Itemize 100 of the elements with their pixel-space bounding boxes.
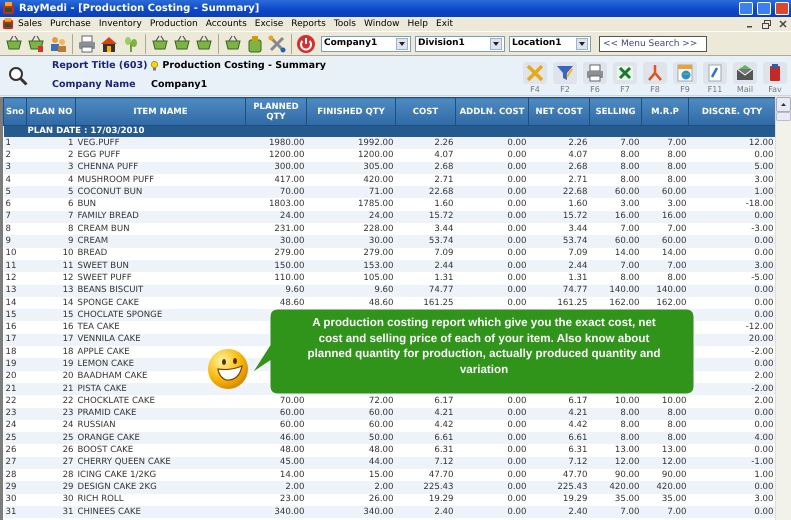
menu-item[interactable]: Purchase	[46, 18, 95, 30]
table-cell: 1.00	[688, 186, 775, 198]
table-cell: 20	[4, 370, 26, 383]
table-cell: 2.00	[688, 395, 775, 408]
table-cell: 25	[26, 432, 76, 444]
close-icon[interactable]	[779, 20, 787, 28]
division-dropdown[interactable]: Division1	[415, 36, 505, 52]
column-header[interactable]: ITEM NAME	[76, 98, 246, 126]
table-cell: 0.00	[688, 235, 775, 248]
menu-search-field[interactable]: << Menu Search >>	[599, 36, 707, 52]
table-cell: 6.61	[396, 432, 456, 444]
menu-item[interactable]: Reports	[287, 18, 330, 30]
table-cell: 7.12	[396, 456, 456, 470]
table-cell: 2.68	[528, 162, 590, 174]
table-cell-text: 0.00	[753, 149, 774, 162]
column-header[interactable]: SELLING	[590, 98, 642, 126]
table-cell: 0.00	[456, 456, 528, 470]
table-cell: 15.72	[396, 210, 456, 224]
table-cell: 2.44	[528, 260, 590, 272]
table-cell: 0.00	[456, 420, 528, 432]
table-cell: 0.00	[456, 223, 528, 236]
column-header[interactable]: Sno	[4, 98, 26, 126]
table-cell: 8.00	[642, 420, 688, 432]
table-cell-text: 6.31	[433, 444, 454, 457]
menu-item[interactable]: Accounts	[202, 18, 251, 30]
table-cell: 2.40	[396, 506, 456, 518]
table-cell-text: 13.00	[660, 444, 688, 457]
table-cell: 0.00	[456, 137, 528, 150]
menu-item[interactable]: Exit	[432, 18, 458, 30]
minimize-button[interactable]	[739, 2, 753, 15]
toolbar-button[interactable]	[266, 32, 288, 54]
table-cell: 12.00	[688, 137, 775, 150]
table-cell: 140.00	[642, 284, 688, 297]
table-cell: 0.00	[688, 284, 775, 297]
scrollbar[interactable]	[775, 97, 791, 520]
close-button[interactable]	[775, 2, 789, 15]
table-cell: 13	[26, 284, 76, 297]
column-header[interactable]: COST	[396, 98, 456, 126]
table-cell: 7.00	[642, 260, 688, 272]
search-icon[interactable]	[8, 66, 28, 86]
menu-item[interactable]: Help	[404, 18, 432, 30]
table-cell: CHOCKLATE CAKE	[76, 395, 246, 408]
table-cell: 2.00	[306, 481, 396, 494]
company-dropdown[interactable]: Company1	[321, 36, 411, 52]
scroll-thumb[interactable]	[776, 112, 791, 121]
restore-button[interactable]	[757, 2, 771, 15]
menu-item[interactable]: Window	[360, 18, 404, 30]
table-cell: 1992.00	[306, 137, 396, 150]
menu-item[interactable]: Production	[146, 18, 202, 30]
menu-item[interactable]: Tools	[330, 18, 360, 30]
table-cell-text: 1200.00	[356, 149, 394, 162]
table-cell: 71.00	[306, 186, 396, 198]
table-cell: 305.00	[306, 162, 396, 174]
toolbar-button[interactable]	[76, 32, 98, 54]
table-cell: 11	[4, 260, 26, 272]
table-cell: 10.00	[590, 395, 642, 408]
column-header[interactable]: M.R.P	[642, 98, 688, 126]
table-cell: 7.00	[642, 137, 688, 150]
bulb-icon	[151, 61, 158, 72]
table-cell: BEANS BISCUIT	[76, 284, 246, 297]
table-cell-text: 8.00	[619, 272, 640, 285]
restore-icon[interactable]	[762, 20, 771, 28]
column-header[interactable]: ADDLN. COST	[456, 98, 528, 126]
table-cell: 3	[26, 162, 76, 174]
menu-item[interactable]: Sales	[14, 18, 46, 30]
column-header[interactable]: PLAN NO	[26, 98, 76, 126]
table-cell: 340.00	[306, 506, 396, 518]
table-cell: 60.00	[642, 235, 688, 248]
table-cell: 8.00	[642, 432, 688, 444]
table-cell: 0.00	[456, 210, 528, 224]
table-cell: 17	[26, 334, 76, 346]
table-cell: 4.42	[396, 420, 456, 432]
table-cell: 22.68	[396, 186, 456, 198]
table-cell: 24	[4, 420, 26, 432]
table-cell: BUN	[76, 198, 246, 211]
table-cell: 7	[4, 210, 26, 224]
table-cell: 25	[4, 432, 26, 444]
table-cell: 14	[26, 296, 76, 310]
company-name-label: Company Name	[52, 78, 137, 92]
column-header[interactable]: PLANNED QTY	[246, 98, 306, 126]
table-cell: 0.00	[456, 395, 528, 408]
toolbar-button[interactable]	[295, 32, 317, 54]
menu-item[interactable]: Inventory	[94, 18, 146, 30]
envelope-icon	[735, 62, 755, 82]
column-header[interactable]: FINISHED QTY	[306, 98, 396, 126]
table-cell: 2.00	[246, 481, 306, 494]
column-header[interactable]: NET COST	[528, 98, 590, 126]
table-cell: 1785.00	[306, 198, 396, 211]
table-cell: 60.00	[642, 186, 688, 198]
table-cell: 47.70	[396, 469, 456, 482]
menu-item[interactable]: Excise	[250, 18, 288, 30]
table-cell: 3	[4, 162, 26, 174]
table-cell: 46.00	[246, 432, 306, 444]
scroll-up-button[interactable]	[776, 97, 791, 112]
caret-icon	[576, 38, 588, 50]
table-cell: 0.00	[688, 210, 775, 224]
table-cell: 48.60	[306, 296, 396, 310]
table-cell: 31	[4, 506, 26, 518]
location-dropdown[interactable]: Location1	[509, 36, 591, 52]
column-header[interactable]: DISCRE. QTY	[688, 98, 775, 126]
